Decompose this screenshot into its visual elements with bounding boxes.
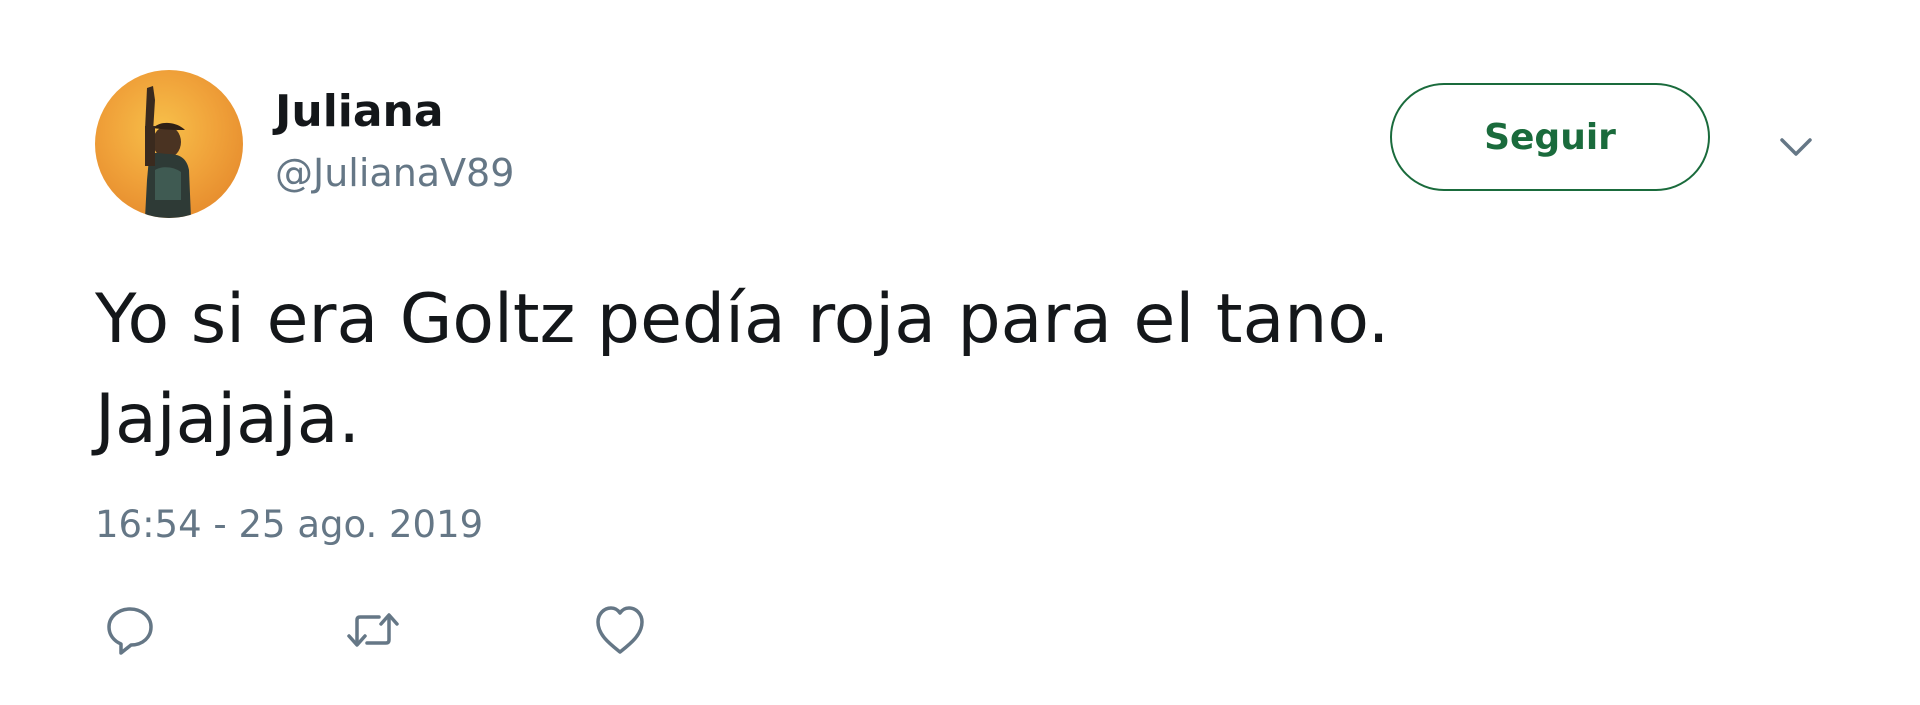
follow-button[interactable]: Seguir — [1390, 83, 1710, 191]
follow-button-label: Seguir — [1484, 116, 1616, 158]
avatar-photo — [145, 86, 191, 218]
reply-icon[interactable] — [100, 600, 160, 660]
tweet-card: Juliana @JulianaV89 Seguir Yo si era Gol… — [0, 0, 1920, 705]
retweet-icon[interactable] — [343, 600, 403, 660]
tweet-text-line: Jajajaja. — [95, 380, 361, 459]
tweet-text: Yo si era Goltz pedía roja para el tano.… — [95, 270, 1795, 470]
tweet-timestamp[interactable]: 16:54 - 25 ago. 2019 — [95, 500, 483, 550]
heart-icon[interactable] — [590, 600, 650, 660]
tweet-text-line: Yo si era Goltz pedía roja para el tano. — [95, 280, 1390, 359]
user-display-name[interactable]: Juliana — [275, 84, 444, 140]
user-handle[interactable]: @JulianaV89 — [275, 148, 514, 198]
chevron-down-icon[interactable] — [1772, 122, 1820, 170]
avatar[interactable] — [95, 70, 243, 218]
